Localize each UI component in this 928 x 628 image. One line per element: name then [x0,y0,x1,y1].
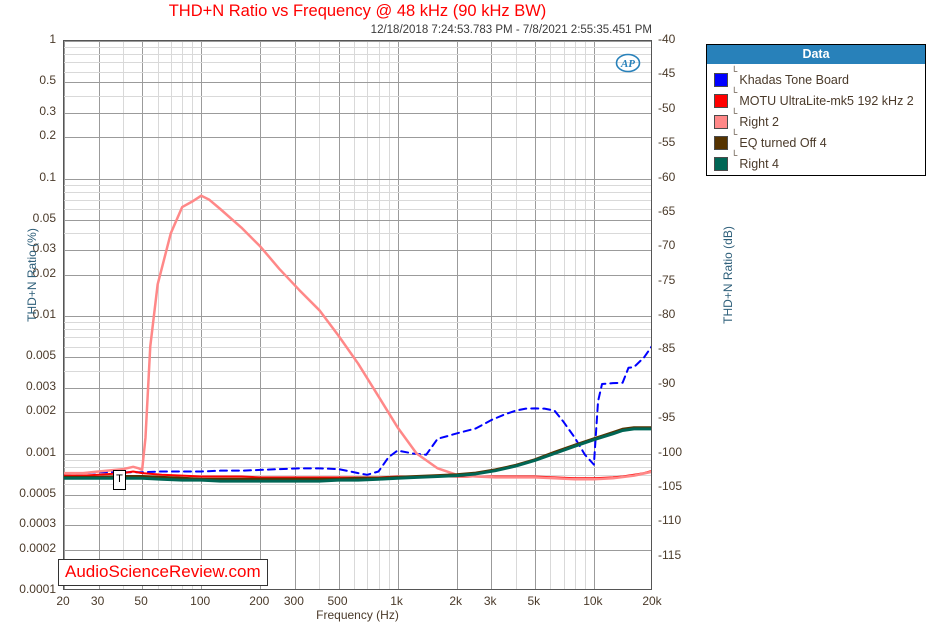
y-tick-label-left: 0.2 [39,128,56,143]
chart-subtitle-timestamp: 12/18/2018 7:24:53.783 PM - 7/8/2021 2:5… [370,24,652,36]
legend-branch-icon: └ [731,108,738,118]
legend-item[interactable]: └ Right 4 [714,150,925,174]
y-tick-label-left: 0.5 [39,73,56,88]
x-tick-label: 500 [327,594,348,608]
y-tick-label-right: -110 [658,513,682,528]
legend-item[interactable]: └ Khadas Tone Board [714,66,925,90]
legend-item-list: └ Khadas Tone Board └ MOTU UltraLite-mk5 19… [707,64,925,174]
y-axis-left-title: THD+N Ratio (%) [25,228,39,322]
y-axis-right-title: THD+N Ratio (dB) [721,226,735,324]
y-tick-label-right: -85 [658,341,676,356]
y-tick-label-right: -115 [658,547,682,562]
y-tick-label-left: 0.3 [39,103,56,118]
y-tick-label-right: -105 [658,478,683,493]
x-tick-label: 5k [527,594,541,608]
y-tick-label-right: -100 [658,444,683,459]
y-tick-label-left: 0.0002 [19,540,56,555]
cursor-marker-t[interactable]: T [113,470,126,490]
y-tick-label-right: -60 [658,169,676,184]
legend-item[interactable]: └ EQ turned Off 4 [714,129,925,153]
x-tick-label: 1k [390,594,403,608]
watermark-audiosciencereview: AudioScienceReview.com [58,559,268,586]
legend-item-label: Right 4 [739,156,779,171]
y-tick-label-right: -45 [658,66,676,81]
legend-color-swatch [714,72,728,87]
y-tick-label-left: 0.1 [39,169,56,184]
legend-item-label: EQ turned Off 4 [739,135,827,150]
y-tick-label-left: 0.003 [25,378,56,393]
x-tick-label: 30 [90,594,105,608]
y-tick-label-right: -95 [658,410,676,425]
legend-item[interactable]: └ Right 2 [714,108,925,132]
legend-color-swatch [714,156,728,171]
legend-branch-icon: └ [731,66,738,76]
legend-item-label: Khadas Tone Board [739,72,849,87]
svg-text:AP: AP [620,58,635,70]
y-tick-label-right: -75 [658,272,676,287]
y-tick-label-right: -40 [658,32,676,46]
x-tick-label: 100 [190,594,211,608]
y-tick-label-left: 0.0005 [19,485,56,500]
plot-area[interactable] [63,40,652,590]
legend-branch-icon: └ [731,150,738,160]
legend-item[interactable]: └ MOTU UltraLite-mk5 192 kHz 2 [714,87,925,111]
legend-panel[interactable]: Data └ Khadas Tone Board └ MOTU UltraLite-m… [706,44,926,176]
y-tick-label-right: -70 [658,238,676,253]
data-curves [64,194,651,483]
legend-branch-icon: └ [731,87,738,97]
x-axis-title: Frequency (Hz) [316,608,399,622]
x-tick-label: 300 [283,594,304,608]
legend-item-label: MOTU UltraLite-mk5 192 kHz 2 [739,93,914,108]
legend-title: Data [707,45,925,64]
y-tick-label-left: 1 [49,32,56,46]
legend-branch-icon: └ [731,129,738,139]
chart-title: THD+N Ratio vs Frequency @ 48 kHz (90 kH… [168,2,547,20]
legend-item-label: Right 2 [739,114,779,129]
legend-color-swatch [714,114,728,129]
x-tick-label: 3k [483,594,497,608]
x-tick-label: 20k [642,594,662,608]
y-tick-label-left: 0.002 [25,403,56,418]
audio-precision-logo-icon: AP [615,50,641,76]
y-tick-label-right: -80 [658,307,676,321]
y-tick-label-left: 0.001 [25,444,56,459]
y-tick-label-right: -65 [658,203,676,218]
y-tick-label-right: -55 [658,135,676,150]
y-tick-label-right: -50 [658,100,676,115]
legend-color-swatch [714,93,728,108]
x-tick-label: 10k [583,594,603,608]
series-line-2 [64,194,651,481]
x-tick-label: 50 [134,594,148,608]
y-tick-label-left: 0.0003 [19,516,56,531]
legend-color-swatch [714,135,728,150]
y-tick-label-right: -90 [658,375,676,390]
